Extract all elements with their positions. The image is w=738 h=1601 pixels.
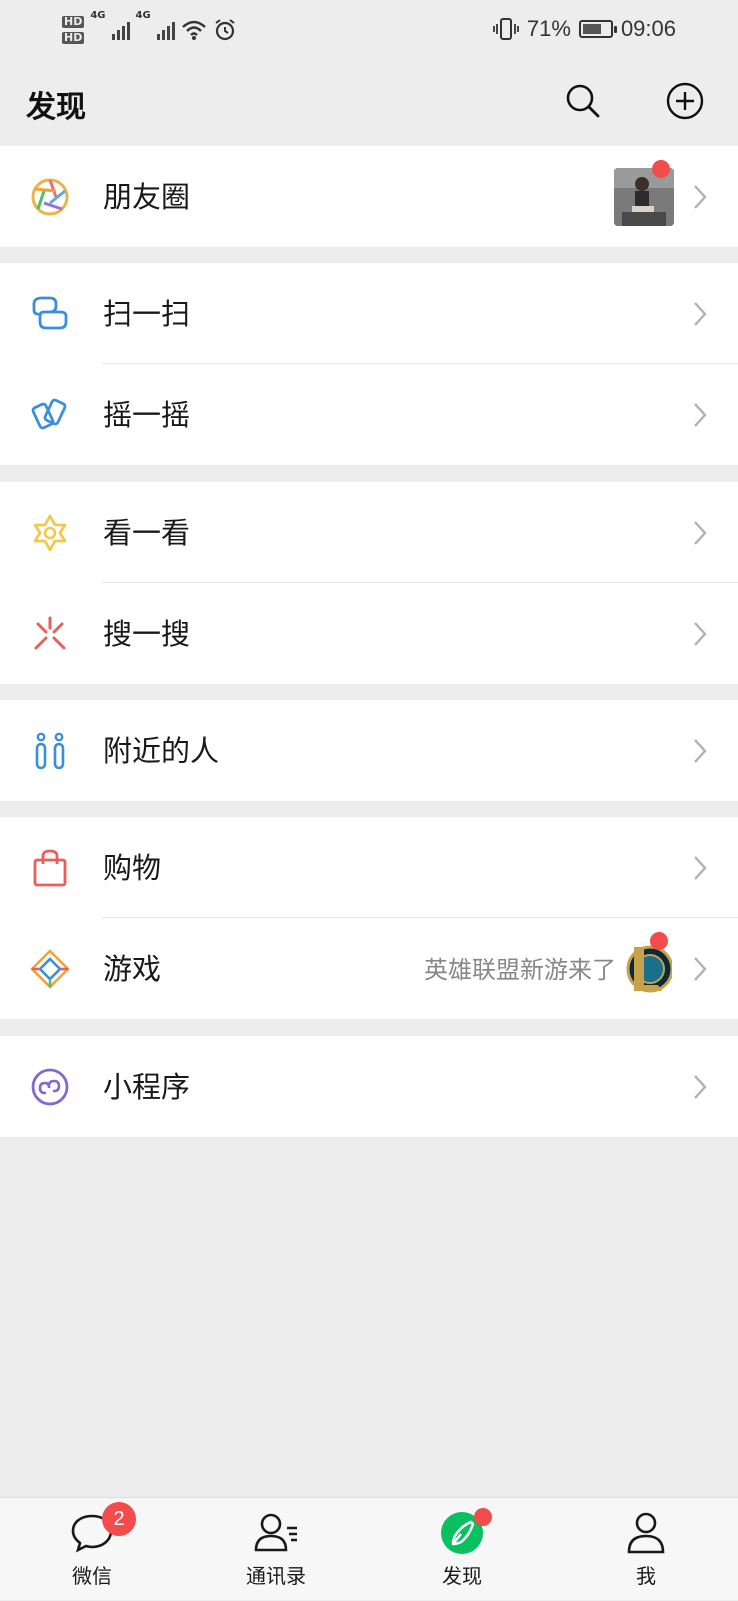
signal-icon-2 [156, 20, 175, 40]
signal-icon [111, 20, 130, 40]
chevron-right-icon [694, 521, 707, 545]
menu-item-scan[interactable]: 扫一扫 [0, 263, 738, 364]
people-nearby-icon [35, 732, 65, 770]
menu-item-label: 附近的人 [103, 734, 220, 768]
chevron-right-icon [694, 302, 707, 326]
hd-indicator-2: HD [62, 31, 85, 44]
top-stories-icon [33, 514, 67, 552]
add-button[interactable] [664, 80, 706, 122]
bottom-tab-bar: 2 微信 通讯录 发现 我 [0, 1497, 738, 1600]
status-bar-left: HD HD 4G 4G [62, 10, 237, 50]
menu-item-top-stories[interactable]: 看一看 [0, 482, 738, 583]
menu-item-moments[interactable]: 朋友圈 [0, 146, 738, 247]
shake-icon [31, 398, 67, 430]
menu-item-people-nearby[interactable]: 附近的人 [0, 700, 738, 801]
games-icon [30, 949, 70, 989]
status-bar: HD HD 4G 4G 71% 09:06 [0, 0, 738, 58]
tab-label: 通讯录 [246, 1564, 306, 1588]
chats-unread-badge: 2 [102, 1502, 136, 1536]
tab-label: 微信 [72, 1564, 112, 1588]
menu-item-label: 搜一搜 [103, 617, 191, 651]
menu-group-nearby: 附近的人 [0, 700, 738, 801]
menu-item-label: 看一看 [103, 516, 191, 550]
menu-item-games[interactable]: 游戏 英雄联盟新游来了 [0, 918, 738, 1019]
menu-group-shop-games: 购物 游戏 英雄联盟新游来了 [0, 817, 738, 1019]
menu-item-label: 扫一扫 [103, 297, 191, 331]
games-promo-text: 英雄联盟新游来了 [424, 956, 616, 984]
menu-item-label: 游戏 [103, 952, 162, 986]
contacts-icon [254, 1513, 297, 1552]
menu-item-label: 购物 [103, 851, 162, 885]
games-red-dot [650, 932, 668, 950]
tab-label: 我 [636, 1564, 656, 1588]
chevron-right-icon [694, 856, 707, 880]
menu-item-label: 朋友圈 [103, 180, 191, 214]
tab-discover[interactable]: 发现 [392, 1498, 532, 1601]
discover-red-dot [474, 1508, 492, 1526]
menu-group-scan-shake: 扫一扫 摇一摇 [0, 263, 738, 465]
tab-contacts[interactable]: 通讯录 [206, 1498, 346, 1601]
moments-icon [31, 178, 69, 216]
clock-time: 09:06 [620, 16, 676, 41]
page-title: 发现 [26, 90, 86, 125]
mini-programs-icon [31, 1068, 69, 1106]
league-of-legends-logo [626, 945, 672, 993]
menu-item-search[interactable]: 搜一搜 [0, 583, 738, 684]
tab-chats[interactable]: 2 微信 [22, 1498, 162, 1601]
menu-group-moments: 朋友圈 [0, 146, 738, 247]
menu-item-shopping[interactable]: 购物 [0, 817, 738, 918]
menu-group-mini-programs: 小程序 [0, 1036, 738, 1137]
chevron-right-icon [694, 403, 707, 427]
network-type-1: 4G [90, 10, 106, 21]
chevron-right-icon [694, 739, 707, 763]
alarm-icon [215, 19, 235, 41]
tab-label: 发现 [442, 1564, 482, 1588]
scan-icon [32, 296, 68, 330]
battery-percent: 71% [526, 16, 571, 41]
shopping-bag-icon [33, 849, 67, 887]
wifi-icon [181, 20, 206, 40]
header: 发现 [0, 58, 738, 144]
chevron-right-icon [694, 622, 707, 646]
menu-item-mini-programs[interactable]: 小程序 [0, 1036, 738, 1137]
moments-red-dot [652, 160, 670, 178]
search-sparkle-icon [34, 616, 66, 650]
chevron-right-icon [694, 1075, 707, 1099]
battery-icon [578, 20, 617, 38]
menu-group-stories-search: 看一看 搜一搜 [0, 482, 738, 684]
tab-me[interactable]: 我 [576, 1498, 716, 1601]
chevron-right-icon [694, 185, 707, 209]
add-circle-icon [666, 82, 704, 120]
hd-indicators: HD HD [62, 15, 85, 44]
menu-item-shake[interactable]: 摇一摇 [0, 364, 738, 465]
menu-item-label: 小程序 [103, 1070, 191, 1104]
search-button[interactable] [562, 80, 604, 122]
vibrate-icon [492, 18, 519, 40]
network-type-2: 4G [135, 10, 151, 21]
hd-indicator-1: HD [62, 15, 85, 28]
search-icon [566, 84, 600, 118]
status-bar-right: 71% 09:06 [492, 14, 676, 44]
menu-item-label: 摇一摇 [103, 398, 191, 432]
chevron-right-icon [694, 957, 707, 981]
me-person-icon [627, 1512, 665, 1554]
